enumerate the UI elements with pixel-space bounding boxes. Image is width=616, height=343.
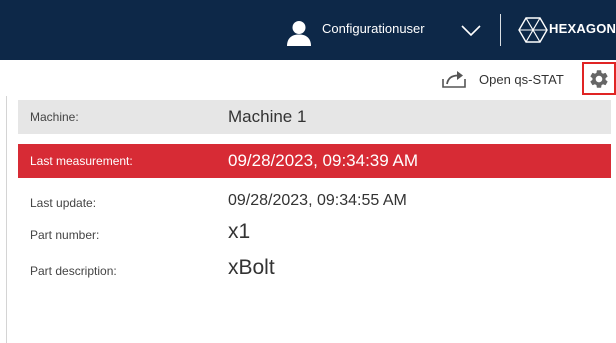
- settings-button[interactable]: [582, 62, 616, 95]
- last-measurement-value: 09/28/2023, 09:34:39 AM: [228, 151, 418, 170]
- header-divider: [500, 14, 501, 46]
- part-description-label: Part description:: [30, 264, 117, 278]
- user-icon[interactable]: [286, 20, 312, 46]
- part-number-label: Part number:: [30, 228, 100, 242]
- open-qs-stat-label: Open qs-STAT: [479, 71, 564, 87]
- gear-icon: [590, 69, 608, 88]
- machine-label: Machine:: [30, 110, 79, 124]
- open-qs-stat-button[interactable]: Open qs-STAT: [441, 66, 564, 92]
- chevron-down-icon[interactable]: [460, 22, 482, 38]
- last-measurement-label: Last measurement:: [30, 154, 133, 168]
- part-description-row: Part description: xBolt: [18, 254, 611, 286]
- brand-name: HEXAGON: [549, 21, 616, 36]
- last-update-row: Last update: 09/28/2023, 09:34:55 AM: [18, 190, 611, 216]
- part-number-value: x1: [228, 220, 251, 243]
- machine-row: Machine: Machine 1: [18, 100, 611, 134]
- part-number-row: Part number: x1: [18, 220, 611, 250]
- part-description-value: xBolt: [228, 256, 275, 279]
- hexagon-logo-icon: [518, 17, 548, 43]
- machine-value: Machine 1: [228, 107, 307, 126]
- toolbar: Open qs-STAT: [0, 60, 616, 96]
- share-export-icon: [442, 71, 466, 88]
- last-measurement-row: Last measurement: 09/28/2023, 09:34:39 A…: [18, 144, 611, 178]
- user-name[interactable]: Configurationuser: [322, 21, 425, 36]
- last-update-value: 09/28/2023, 09:34:55 AM: [228, 192, 407, 209]
- last-update-label: Last update:: [30, 196, 97, 210]
- panel-left-border: [6, 96, 7, 343]
- top-header-bar: Configurationuser HEXAGON: [0, 0, 616, 60]
